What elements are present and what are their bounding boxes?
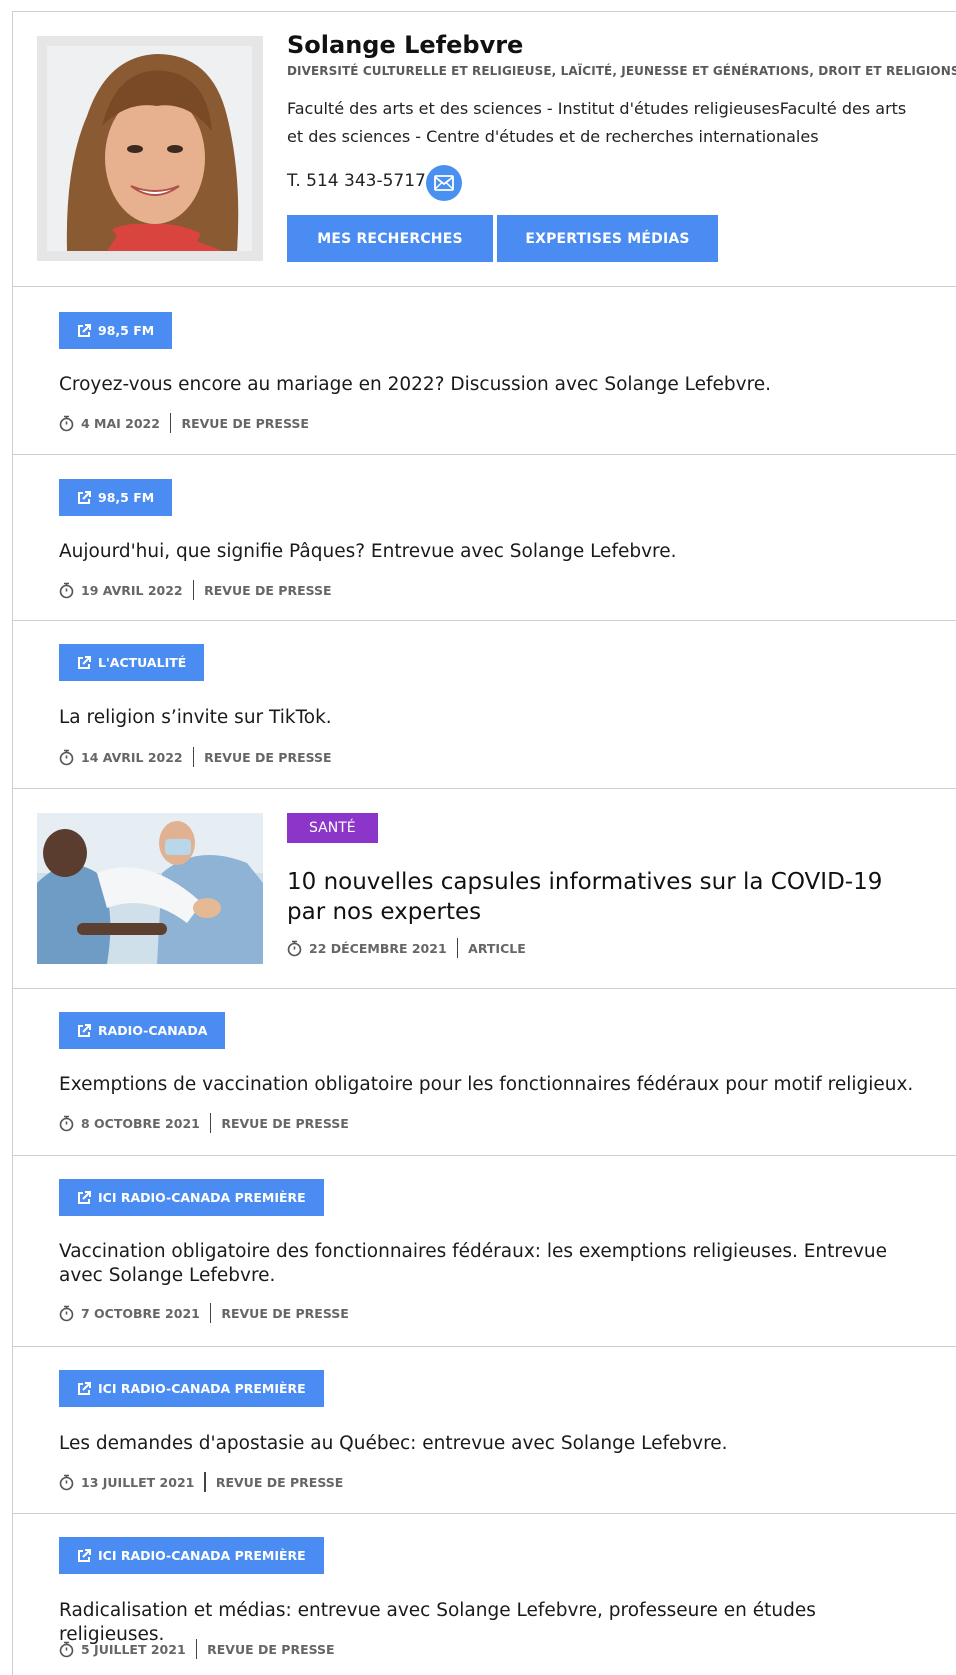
envelope-icon [434,175,454,191]
list-item[interactable]: 98,5 FM Croyez-vous encore au mariage en… [13,287,956,455]
source-label: 98,5 FM [98,490,155,505]
source-label: 98,5 FM [98,323,155,338]
media-expertise-button[interactable]: EXPERTISES MÉDIAS [497,215,718,262]
item-date: 22 DÉCEMBRE 2021 [309,940,447,956]
source-label: ICI RADIO-CANADA PREMIÈRE [98,1548,306,1563]
list-item[interactable]: ICI RADIO-CANADA PREMIÈRE Radicalisation… [13,1514,956,1675]
item-meta: 13 JUILLET 2021 REVUE DE PRESSE [59,1472,343,1492]
source-tag[interactable]: 98,5 FM [59,479,173,516]
source-tag[interactable]: 98,5 FM [59,312,173,349]
item-meta: 14 AVRIL 2022 REVUE DE PRESSE [59,747,332,767]
external-link-icon [77,490,91,505]
item-title[interactable]: La religion s’invite sur TikTok. [59,706,919,730]
page-frame: Solange Lefebvre DIVERSITÉ CULTURELLE ET… [12,11,956,1675]
list-item[interactable]: L'ACTUALITÉ La religion s’invite sur Tik… [13,621,956,789]
item-type: REVUE DE PRESSE [204,582,332,598]
item-type: REVUE DE PRESSE [221,1305,349,1321]
item-type: REVUE DE PRESSE [207,1641,335,1657]
item-meta: 4 MAI 2022 REVUE DE PRESSE [59,413,309,433]
list-item[interactable]: 98,5 FM Aujourd'hui, que signifie Pâques… [13,455,956,621]
timer-icon [287,940,302,957]
external-link-icon [77,1548,91,1563]
list-item[interactable]: RADIO-CANADA Exemptions de vaccination o… [13,989,956,1156]
meta-divider [209,1303,212,1323]
item-type: REVUE DE PRESSE [215,1474,344,1490]
item-title[interactable]: Aujourd'hui, que signifie Pâques? Entrev… [59,540,919,564]
item-title[interactable]: Les demandes d'apostasie au Québec: entr… [59,1432,919,1456]
meta-divider [169,413,172,433]
source-label: RADIO-CANADA [98,1023,208,1038]
external-link-icon [77,1023,91,1038]
timer-icon [59,415,74,432]
meta-divider [209,1113,212,1133]
source-label: ICI RADIO-CANADA PREMIÈRE [98,1381,306,1396]
list-item[interactable]: ICI RADIO-CANADA PREMIÈRE Vaccination ob… [13,1156,956,1347]
external-link-icon [77,323,91,338]
item-date: 13 JUILLET 2021 [81,1474,195,1490]
item-date: 7 OCTOBRE 2021 [81,1305,200,1321]
profile-card: Solange Lefebvre DIVERSITÉ CULTURELLE ET… [13,12,956,287]
meta-divider [192,580,195,600]
source-label: ICI RADIO-CANADA PREMIÈRE [98,1190,306,1205]
source-tag[interactable]: L'ACTUALITÉ [59,644,205,681]
profile-phone[interactable]: T. 514 343-5717 [287,171,426,191]
list-item[interactable]: ICI RADIO-CANADA PREMIÈRE Les demandes d… [13,1347,956,1514]
profile-photo[interactable] [47,46,252,251]
item-meta: 22 DÉCEMBRE 2021 ARTICLE [287,938,526,958]
external-link-icon [77,1190,91,1205]
profile-name: Solange Lefebvre [287,31,524,59]
timer-icon [59,1474,74,1491]
timer-icon [59,749,74,766]
my-research-button[interactable]: MES RECHERCHES [287,215,493,262]
item-meta: 8 OCTOBRE 2021 REVUE DE PRESSE [59,1113,349,1133]
item-type: REVUE DE PRESSE [181,415,309,431]
category-tag[interactable]: SANTÉ [287,813,378,843]
item-type: REVUE DE PRESSE [221,1115,349,1131]
external-link-icon [77,1381,91,1396]
feature-article[interactable]: SANTÉ 10 nouvelles capsules informatives… [13,789,956,989]
item-type: REVUE DE PRESSE [204,749,332,765]
timer-icon [59,1305,74,1322]
meta-divider [204,1472,206,1492]
timer-icon [59,1641,74,1658]
source-label: L'ACTUALITÉ [98,655,187,670]
source-tag[interactable]: ICI RADIO-CANADA PREMIÈRE [59,1370,324,1407]
feature-title[interactable]: 10 nouvelles capsules informatives sur l… [287,867,927,927]
source-tag[interactable]: ICI RADIO-CANADA PREMIÈRE [59,1179,324,1216]
external-link-icon [77,655,91,670]
timer-icon [59,1115,74,1132]
source-tag[interactable]: ICI RADIO-CANADA PREMIÈRE [59,1537,324,1574]
item-type: ARTICLE [468,940,526,956]
item-date: 19 AVRIL 2022 [81,582,183,598]
item-title[interactable]: Croyez-vous encore au mariage en 2022? D… [59,373,919,397]
profile-affiliation: Faculté des arts et des sciences - Insti… [287,99,907,146]
item-date: 14 AVRIL 2022 [81,749,183,765]
meta-divider [456,938,459,958]
timer-icon [59,582,74,599]
item-date: 8 OCTOBRE 2021 [81,1115,200,1131]
profile-expertise: DIVERSITÉ CULTURELLE ET RELIGIEUSE, LAÏC… [287,64,956,78]
profile-photo-frame [37,36,263,261]
meta-divider [195,1639,198,1659]
vaccination-photo[interactable] [37,813,263,964]
item-title[interactable]: Vaccination obligatoire des fonctionnair… [59,1240,919,1288]
item-date: 4 MAI 2022 [81,415,160,431]
item-meta: 7 OCTOBRE 2021 REVUE DE PRESSE [59,1303,349,1323]
item-meta: 19 AVRIL 2022 REVUE DE PRESSE [59,580,332,600]
item-meta: 5 JUILLET 2021 REVUE DE PRESSE [59,1639,335,1659]
email-button[interactable] [426,165,462,201]
item-title[interactable]: Exemptions de vaccination obligatoire po… [59,1073,919,1097]
meta-divider [192,747,195,767]
source-tag[interactable]: RADIO-CANADA [59,1012,226,1049]
item-date: 5 JUILLET 2021 [81,1641,186,1657]
